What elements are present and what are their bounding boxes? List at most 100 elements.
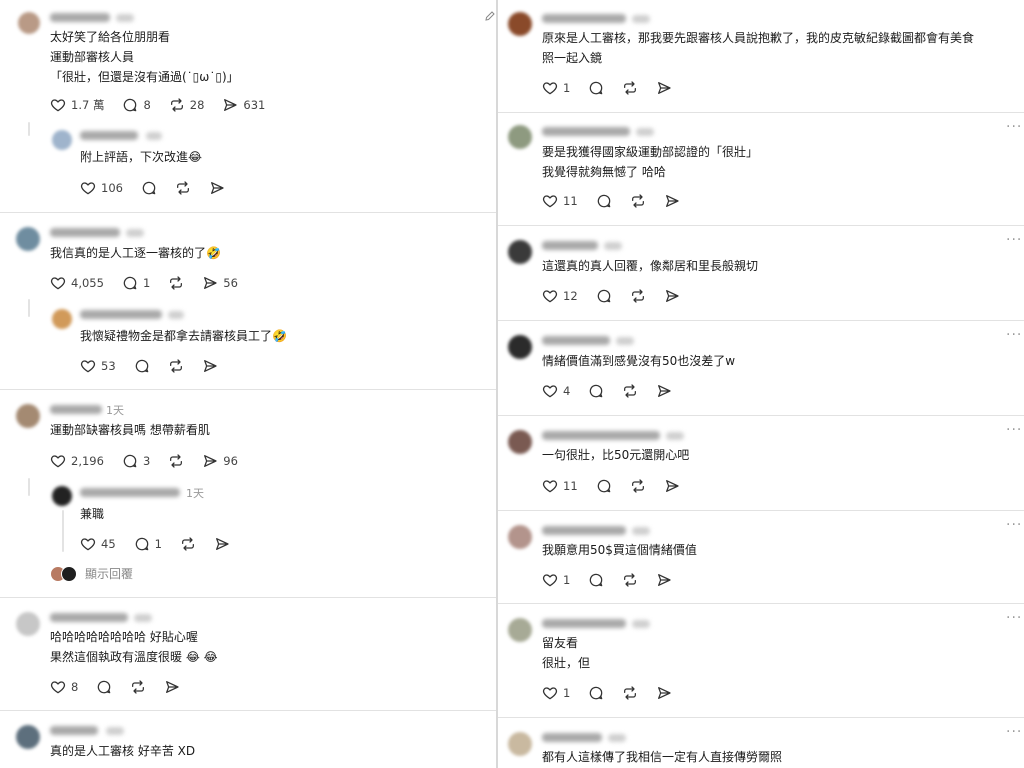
repost-button[interactable] xyxy=(180,536,196,552)
share-button[interactable] xyxy=(664,193,680,209)
reply-username[interactable] xyxy=(80,310,162,319)
avatar[interactable] xyxy=(18,12,40,34)
username[interactable] xyxy=(542,733,602,742)
heart-icon xyxy=(542,383,558,399)
reply-avatar[interactable] xyxy=(52,130,72,150)
username[interactable] xyxy=(542,127,630,136)
username[interactable] xyxy=(50,13,110,22)
avatar[interactable] xyxy=(508,12,532,36)
username[interactable] xyxy=(542,14,626,23)
repost-button[interactable] xyxy=(175,180,191,196)
comment-button[interactable] xyxy=(596,288,612,304)
more-icon[interactable]: ··· xyxy=(1006,119,1022,135)
like-button[interactable]: 53 xyxy=(80,358,116,374)
repost-icon xyxy=(630,193,646,209)
avatar[interactable] xyxy=(508,430,532,454)
username[interactable] xyxy=(50,405,102,414)
comment-button[interactable]: 3 xyxy=(122,453,150,469)
share-button[interactable] xyxy=(202,358,218,374)
comment-button[interactable]: 1 xyxy=(122,275,150,291)
like-button[interactable]: 8 xyxy=(50,679,78,695)
like-button[interactable]: 12 xyxy=(542,288,578,304)
share-button[interactable] xyxy=(656,383,672,399)
more-icon[interactable]: ··· xyxy=(1006,232,1022,248)
share-button[interactable]: 56 xyxy=(202,275,238,291)
share-button[interactable]: 96 xyxy=(202,453,238,469)
repost-button[interactable] xyxy=(168,275,184,291)
more-icon[interactable]: ··· xyxy=(1006,517,1022,533)
share-button[interactable] xyxy=(664,478,680,494)
avatar[interactable] xyxy=(508,240,532,264)
like-button[interactable]: 45 xyxy=(80,536,116,552)
repost-button[interactable] xyxy=(630,478,646,494)
like-button[interactable]: 106 xyxy=(80,180,123,196)
comment-button[interactable] xyxy=(141,180,157,196)
repost-button[interactable] xyxy=(622,572,638,588)
avatar[interactable] xyxy=(16,227,40,251)
more-icon[interactable]: ··· xyxy=(1006,422,1022,438)
reply-avatar[interactable] xyxy=(52,486,72,506)
repost-button[interactable] xyxy=(168,453,184,469)
repost-button[interactable] xyxy=(630,288,646,304)
username[interactable] xyxy=(542,336,610,345)
username[interactable] xyxy=(542,431,660,440)
username[interactable] xyxy=(542,526,626,535)
avatar[interactable] xyxy=(16,612,40,636)
avatar[interactable] xyxy=(508,618,532,642)
avatar[interactable] xyxy=(508,732,532,756)
comment-button[interactable] xyxy=(134,358,150,374)
username[interactable] xyxy=(542,241,598,250)
show-replies-button[interactable]: 顯示回覆 xyxy=(50,565,133,582)
share-button[interactable] xyxy=(656,572,672,588)
like-button[interactable]: 1 xyxy=(542,685,570,701)
like-button[interactable]: 1 xyxy=(542,572,570,588)
repost-button[interactable] xyxy=(622,685,638,701)
like-button[interactable]: 11 xyxy=(542,478,578,494)
share-button[interactable] xyxy=(209,180,225,196)
comment-icon xyxy=(588,383,604,399)
comment-button[interactable]: 8 xyxy=(122,97,151,113)
reply-username[interactable] xyxy=(80,131,138,140)
more-icon[interactable]: ··· xyxy=(1006,724,1022,740)
repost-button[interactable] xyxy=(630,193,646,209)
share-button[interactable] xyxy=(656,685,672,701)
comment-button[interactable] xyxy=(96,679,112,695)
avatar[interactable] xyxy=(508,125,532,149)
share-button[interactable] xyxy=(656,80,672,96)
comment-button[interactable] xyxy=(588,572,604,588)
share-button[interactable]: 631 xyxy=(222,97,265,113)
comment-button[interactable] xyxy=(588,80,604,96)
like-button[interactable]: 4,055 xyxy=(50,275,104,291)
username[interactable] xyxy=(542,619,626,628)
like-button[interactable]: 2,196 xyxy=(50,453,104,469)
like-button[interactable]: 4 xyxy=(542,383,570,399)
repost-button[interactable] xyxy=(168,358,184,374)
repost-button[interactable] xyxy=(622,80,638,96)
like-button[interactable]: 11 xyxy=(542,193,578,209)
username[interactable] xyxy=(50,726,98,735)
more-icon[interactable]: ··· xyxy=(1006,327,1022,343)
repost-button[interactable] xyxy=(622,383,638,399)
avatar[interactable] xyxy=(16,404,40,428)
share-button[interactable] xyxy=(214,536,230,552)
comment-button[interactable] xyxy=(596,193,612,209)
avatar[interactable] xyxy=(508,525,532,549)
share-button[interactable] xyxy=(164,679,180,695)
reply-avatar[interactable] xyxy=(52,309,72,329)
comment-button[interactable] xyxy=(596,478,612,494)
reply-username[interactable] xyxy=(80,488,180,497)
repost-button[interactable] xyxy=(130,679,146,695)
like-button[interactable]: 1 xyxy=(542,80,570,96)
share-button[interactable] xyxy=(664,288,680,304)
like-button[interactable]: 1.7 萬 xyxy=(50,97,104,113)
more-icon[interactable]: ··· xyxy=(1006,610,1022,626)
comment-button[interactable] xyxy=(588,383,604,399)
repost-button[interactable]: 28 xyxy=(169,97,204,113)
comment-button[interactable] xyxy=(588,685,604,701)
avatar[interactable] xyxy=(508,335,532,359)
avatar[interactable] xyxy=(16,725,40,749)
timestamp xyxy=(666,432,684,440)
comment-button[interactable]: 1 xyxy=(134,536,162,552)
username[interactable] xyxy=(50,613,128,622)
username[interactable] xyxy=(50,228,120,237)
